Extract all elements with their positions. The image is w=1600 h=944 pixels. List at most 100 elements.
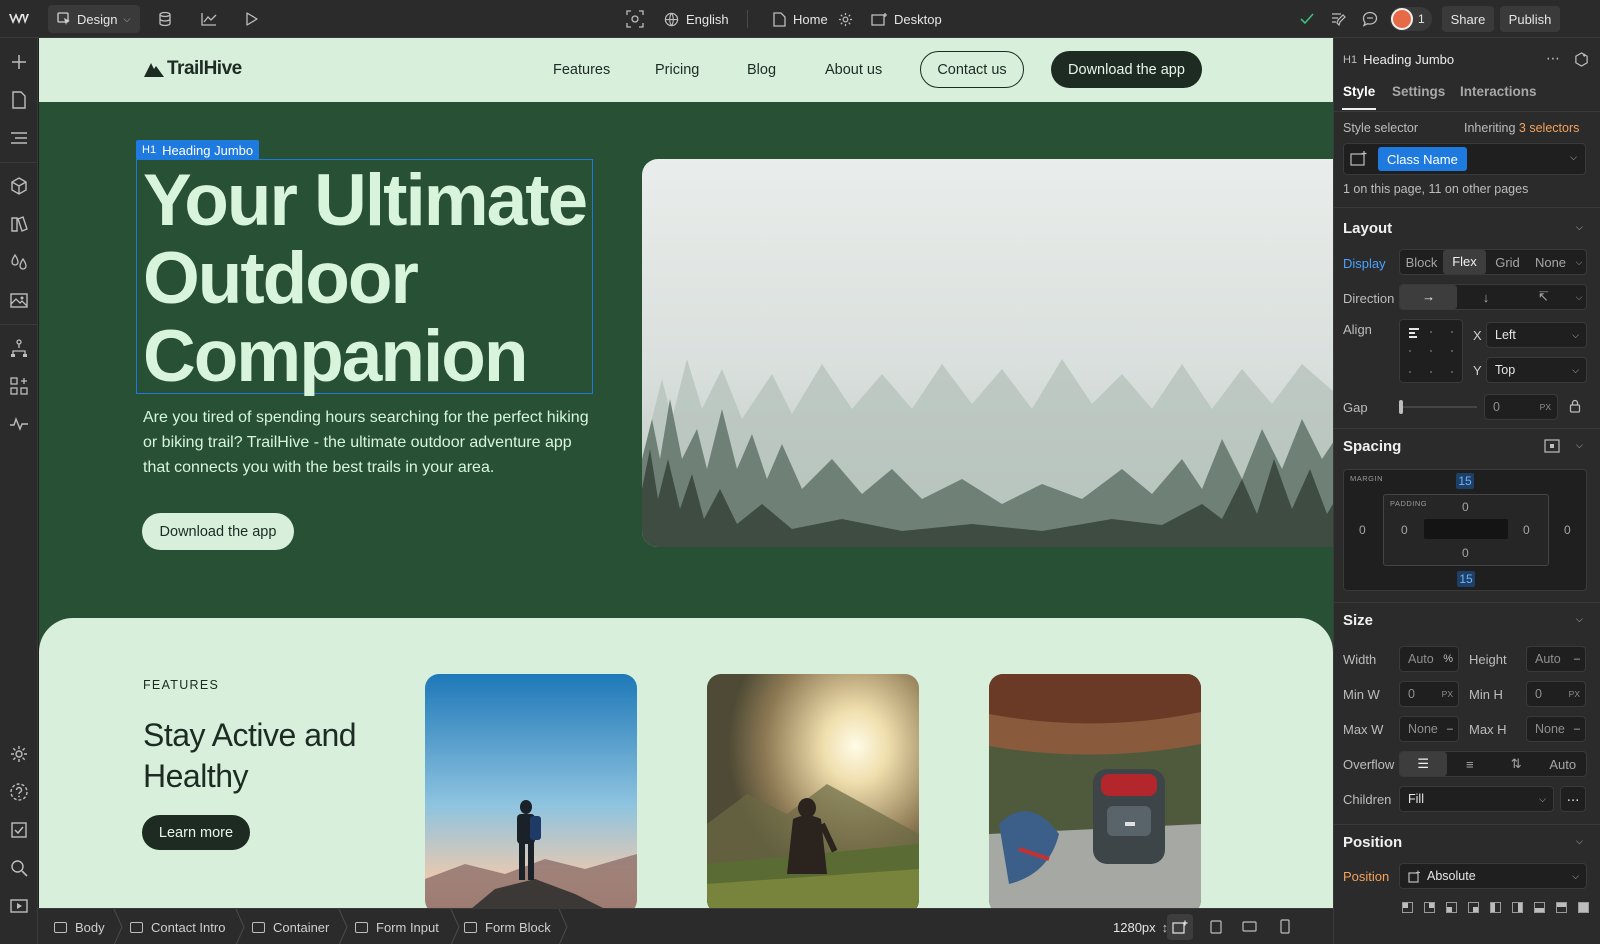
selection-tag[interactable]: H1 Heading Jumbo: [136, 140, 260, 160]
component-icon[interactable]: [1574, 52, 1589, 67]
chevron-down-icon[interactable]: ⌵: [1572, 292, 1586, 303]
breadcrumb-contact-intro[interactable]: Contact Intro: [130, 909, 225, 944]
chevron-down-icon[interactable]: ⌵: [1572, 257, 1586, 268]
hero-heading[interactable]: Your Ultimate Outdoor Companion: [143, 162, 588, 396]
preset-left-icon[interactable]: [1490, 902, 1501, 913]
children-select[interactable]: Fill ⌵: [1399, 786, 1554, 812]
direction-control[interactable]: → ↓ ↸ ⌵: [1399, 284, 1587, 310]
preset-top-right-icon[interactable]: [1424, 902, 1435, 913]
breakpoint-selector[interactable]: Desktop: [871, 0, 942, 38]
position-select[interactable]: Absolute ⌵: [1399, 863, 1587, 889]
position-section-title[interactable]: Position: [1343, 834, 1402, 851]
check-status-icon[interactable]: [1300, 0, 1316, 38]
settings-gear-icon[interactable]: [9, 744, 29, 764]
chevron-down-icon[interactable]: ⌵: [1576, 614, 1583, 625]
edit-mode-icon[interactable]: [1330, 0, 1348, 38]
position-presets[interactable]: [1402, 902, 1589, 913]
overflow-visible-icon[interactable]: ☰: [1400, 752, 1447, 776]
preset-top-icon[interactable]: [1556, 902, 1567, 913]
mobile-landscape-icon[interactable]: [1242, 921, 1257, 932]
mobile-portrait-icon[interactable]: [1280, 919, 1290, 934]
nav-link-about[interactable]: About us: [825, 62, 882, 78]
breadcrumb-body[interactable]: Body: [54, 909, 105, 944]
layout-section-title[interactable]: Layout: [1343, 220, 1392, 237]
direction-wrap-icon[interactable]: ↸: [1515, 289, 1572, 305]
display-block-option[interactable]: Block: [1400, 255, 1443, 270]
margin-box[interactable]: MARGIN 15 15 0 0 PADDING 0 0 0 0: [1343, 469, 1587, 591]
padding-top-value[interactable]: 0: [1462, 500, 1469, 514]
navigator-icon[interactable]: [9, 128, 29, 148]
min-height-input[interactable]: 0 PX: [1526, 681, 1586, 707]
canvas-width-indicator[interactable]: 1280px ↕: [1113, 909, 1168, 944]
publish-button[interactable]: Publish: [1500, 6, 1560, 32]
padding-left-value[interactable]: 0: [1401, 523, 1408, 537]
add-elements-icon[interactable]: [9, 52, 29, 72]
nav-link-pricing[interactable]: Pricing: [655, 62, 699, 78]
tasks-checkbox-icon[interactable]: [9, 820, 29, 840]
design-mode-button[interactable]: Design ⌵: [48, 5, 140, 33]
margin-bottom-value[interactable]: 15: [1457, 571, 1475, 587]
desktop-breakpoint-button[interactable]: [1167, 914, 1193, 940]
chevron-down-icon[interactable]: ⌵: [1576, 836, 1583, 847]
database-icon[interactable]: [157, 0, 175, 38]
gap-slider-track[interactable]: [1399, 406, 1477, 408]
display-segmented-control[interactable]: Block Flex Grid None ⌵: [1399, 249, 1587, 275]
variables-icon[interactable]: [9, 252, 29, 272]
tab-interactions[interactable]: Interactions: [1460, 84, 1537, 99]
collaborators-indicator[interactable]: 1: [1390, 7, 1432, 31]
tab-style[interactable]: Style: [1343, 84, 1375, 99]
class-name-tag[interactable]: Class Name: [1378, 147, 1467, 171]
inheriting-info[interactable]: Inheriting 3 selectors: [1464, 121, 1579, 135]
padding-bottom-value[interactable]: 0: [1462, 546, 1469, 560]
overflow-control[interactable]: ☰ ≡ ⇅ Auto: [1399, 751, 1587, 777]
preset-bottom-left-icon[interactable]: [1446, 902, 1457, 913]
height-input[interactable]: Auto –: [1526, 646, 1586, 672]
audit-pulse-icon[interactable]: [9, 414, 29, 434]
preset-bottom-right-icon[interactable]: [1468, 902, 1479, 913]
alignment-grid[interactable]: [1399, 319, 1463, 383]
overflow-scroll-icon[interactable]: ⇅: [1493, 756, 1540, 772]
display-grid-option[interactable]: Grid: [1486, 255, 1529, 270]
comments-icon[interactable]: [1362, 0, 1380, 38]
width-input[interactable]: Auto%: [1399, 646, 1459, 672]
breadcrumb-form-input[interactable]: Form Input: [355, 909, 439, 944]
features-eyebrow[interactable]: FEATURES: [143, 678, 219, 692]
gap-slider-handle[interactable]: [1399, 400, 1403, 414]
webflow-logo-icon[interactable]: [8, 0, 32, 38]
screenshot-icon[interactable]: [626, 0, 646, 38]
locale-selector[interactable]: English: [664, 0, 729, 38]
min-width-input[interactable]: 0 PX: [1399, 681, 1459, 707]
padding-right-value[interactable]: 0: [1523, 523, 1530, 537]
breadcrumb-container[interactable]: Container: [252, 909, 329, 944]
page-settings-gear-icon[interactable]: [838, 0, 854, 38]
padding-box[interactable]: PADDING 0 0 0 0: [1383, 494, 1549, 566]
margin-top-value[interactable]: 15: [1456, 473, 1474, 489]
pages-icon[interactable]: [9, 90, 29, 110]
margin-right-value[interactable]: 0: [1564, 523, 1571, 537]
display-none-option[interactable]: None: [1529, 255, 1572, 270]
contact-us-button[interactable]: Contact us: [920, 51, 1024, 88]
chevron-down-icon[interactable]: ⌵: [1576, 222, 1583, 233]
assets-icon[interactable]: [9, 290, 29, 310]
learn-more-button[interactable]: Learn more: [142, 815, 250, 850]
apps-icon[interactable]: [9, 376, 29, 396]
size-section-title[interactable]: Size: [1343, 612, 1373, 629]
analytics-icon[interactable]: [200, 0, 218, 38]
share-button[interactable]: Share: [1442, 6, 1494, 32]
align-x-select[interactable]: Left ⌵: [1486, 322, 1587, 348]
logic-icon[interactable]: [9, 338, 29, 358]
lock-icon[interactable]: [1569, 399, 1581, 413]
direction-column-icon[interactable]: ↓: [1457, 290, 1514, 305]
video-tutorials-icon[interactable]: [9, 896, 29, 916]
class-selector-field[interactable]: Class Name ⌵: [1343, 143, 1586, 175]
design-canvas[interactable]: TrailHive Features Pricing Blog About us…: [39, 38, 1333, 908]
site-logo[interactable]: TrailHive: [144, 58, 242, 80]
spacing-preset-icon[interactable]: [1544, 439, 1560, 453]
nav-download-button[interactable]: Download the app: [1051, 51, 1202, 88]
margin-left-value[interactable]: 0: [1359, 523, 1366, 537]
hero-download-button[interactable]: Download the app: [142, 513, 294, 550]
chevron-down-icon[interactable]: ⌵: [1570, 152, 1577, 163]
preset-full-icon[interactable]: [1578, 902, 1589, 913]
nav-link-blog[interactable]: Blog: [747, 62, 776, 78]
children-more-button[interactable]: ⋯: [1560, 786, 1586, 812]
